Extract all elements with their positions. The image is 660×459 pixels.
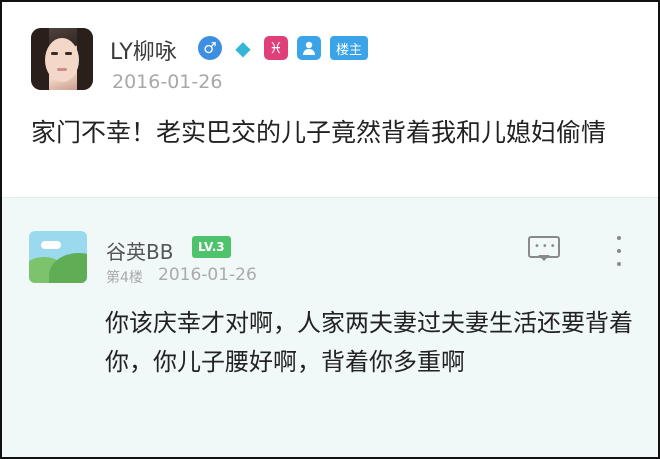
level-badge: LV.3 [192,236,231,258]
reply-date: 2016-01-26 [158,265,257,285]
person-icon [297,36,321,60]
post-title: 家门不幸！老实巴交的儿子竟然背着我和儿媳妇偷情 [31,118,607,147]
replier-avatar[interactable] [29,231,87,283]
avatar-hair-right [77,28,93,90]
poster-username[interactable]: LY柳咏 [110,34,177,66]
comment-icon-dots: ••• [534,241,558,252]
avatar-eye-right [65,52,72,55]
poster-avatar[interactable] [31,28,93,90]
thread-screen: LY柳咏 ♂ ◆ ♓ 楼主 2016-01-26 家门不幸！老实巴交的儿子竟然背… [0,0,660,459]
zodiac-icon: ♓ [264,36,288,60]
poster-badges: ♂ ◆ ♓ 楼主 [198,35,369,61]
reply-text: 你该庆幸才对啊，人家两夫妻过夫妻生活还要背着你，你儿子腰好啊，背着你多重啊 [105,309,633,376]
post-date: 2016-01-26 [112,71,223,93]
more-icon-dot [617,249,621,253]
comment-button[interactable]: ••• [528,236,560,262]
reply-floor: 第4楼 [106,270,143,286]
original-post: LY柳咏 ♂ ◆ ♓ 楼主 2016-01-26 家门不幸！老实巴交的儿子竟然背… [2,2,658,197]
avatar-hill-right [49,253,87,283]
avatar-cloud [41,241,61,249]
avatar-mouth [57,68,67,71]
gem-icon: ◆ [235,36,251,60]
thread-owner-badge: 楼主 [330,36,369,60]
avatar-eye-left [51,52,58,55]
more-icon-dot [617,262,621,266]
reply-item: 谷英BB LV.3 第4楼 2016-01-26 ••• 你该庆幸才对啊，人家两… [2,197,658,457]
more-options-button[interactable] [614,236,624,266]
replier-username[interactable]: 谷英BB [106,236,173,265]
avatar-face [45,38,79,82]
male-icon: ♂ [198,36,222,60]
more-icon-dot [617,236,621,240]
comment-icon-tail [538,255,550,261]
